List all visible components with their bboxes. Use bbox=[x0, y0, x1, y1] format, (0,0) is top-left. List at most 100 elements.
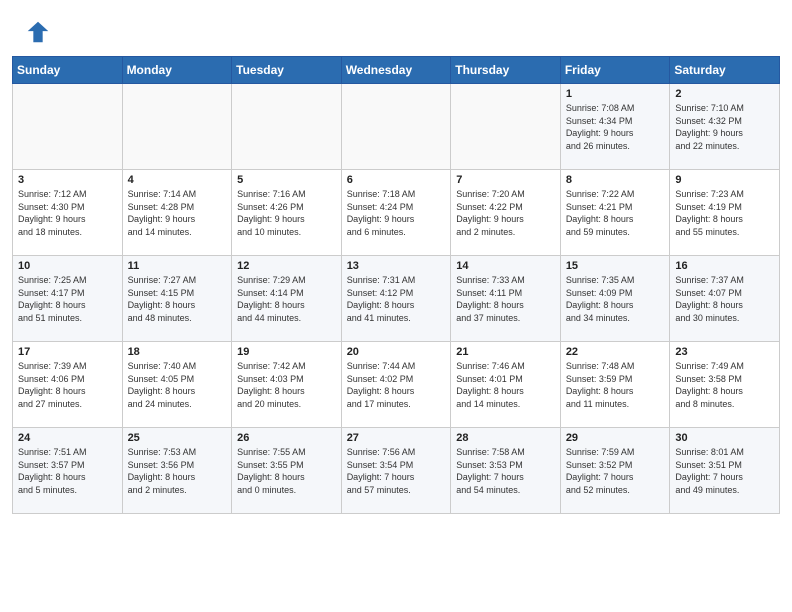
calendar-cell: 9 Sunrise: 7:23 AMSunset: 4:19 PMDaylight… bbox=[670, 170, 780, 256]
calendar-cell: 13 Sunrise: 7:31 AMSunset: 4:12 PMDayligh… bbox=[341, 256, 451, 342]
calendar-cell: 25 Sunrise: 7:53 AMSunset: 3:56 PMDayligh… bbox=[122, 428, 232, 514]
day-number: 7 bbox=[456, 174, 555, 186]
day-info: Sunrise: 7:29 AMSunset: 4:14 PMDaylight:… bbox=[237, 274, 336, 324]
week-row-0: 1 Sunrise: 7:08 AMSunset: 4:34 PMDaylight… bbox=[13, 84, 780, 170]
week-row-4: 24 Sunrise: 7:51 AMSunset: 3:57 PMDayligh… bbox=[13, 428, 780, 514]
calendar-cell: 4 Sunrise: 7:14 AMSunset: 4:28 PMDaylight… bbox=[122, 170, 232, 256]
day-number: 14 bbox=[456, 260, 555, 272]
weekday-header-tuesday: Tuesday bbox=[232, 57, 342, 84]
day-number: 21 bbox=[456, 346, 555, 358]
weekday-header-friday: Friday bbox=[560, 57, 670, 84]
calendar-cell: 27 Sunrise: 7:56 AMSunset: 3:54 PMDayligh… bbox=[341, 428, 451, 514]
day-number: 10 bbox=[18, 260, 117, 272]
day-number: 1 bbox=[566, 88, 665, 100]
day-info: Sunrise: 7:25 AMSunset: 4:17 PMDaylight:… bbox=[18, 274, 117, 324]
day-number: 11 bbox=[128, 260, 227, 272]
weekday-header-saturday: Saturday bbox=[670, 57, 780, 84]
day-number: 27 bbox=[347, 432, 446, 444]
calendar-cell: 20 Sunrise: 7:44 AMSunset: 4:02 PMDayligh… bbox=[341, 342, 451, 428]
calendar-cell: 6 Sunrise: 7:18 AMSunset: 4:24 PMDaylight… bbox=[341, 170, 451, 256]
calendar-cell: 22 Sunrise: 7:48 AMSunset: 3:59 PMDayligh… bbox=[560, 342, 670, 428]
calendar-cell: 2 Sunrise: 7:10 AMSunset: 4:32 PMDaylight… bbox=[670, 84, 780, 170]
day-number: 9 bbox=[675, 174, 774, 186]
calendar-cell: 30Sunrise: 8:01 AMSunset: 3:51 PMDayligh… bbox=[670, 428, 780, 514]
day-info: Sunrise: 7:42 AMSunset: 4:03 PMDaylight:… bbox=[237, 360, 336, 410]
calendar-cell: 3Sunrise: 7:12 AMSunset: 4:30 PMDaylight… bbox=[13, 170, 123, 256]
calendar-cell bbox=[13, 84, 123, 170]
calendar-cell bbox=[451, 84, 561, 170]
day-info: Sunrise: 7:58 AMSunset: 3:53 PMDaylight:… bbox=[456, 446, 555, 496]
calendar-cell: 14 Sunrise: 7:33 AMSunset: 4:11 PMDayligh… bbox=[451, 256, 561, 342]
weekday-header-thursday: Thursday bbox=[451, 57, 561, 84]
day-number: 2 bbox=[675, 88, 774, 100]
day-info: Sunrise: 7:37 AMSunset: 4:07 PMDaylight:… bbox=[675, 274, 774, 324]
day-info: Sunrise: 7:53 AMSunset: 3:56 PMDaylight:… bbox=[128, 446, 227, 496]
day-number: 16 bbox=[675, 260, 774, 272]
calendar-cell: 16 Sunrise: 7:37 AMSunset: 4:07 PMDayligh… bbox=[670, 256, 780, 342]
day-number: 4 bbox=[128, 174, 227, 186]
weekday-header-wednesday: Wednesday bbox=[341, 57, 451, 84]
day-info: Sunrise: 7:20 AMSunset: 4:22 PMDaylight:… bbox=[456, 188, 555, 238]
day-number: 24 bbox=[18, 432, 117, 444]
week-row-3: 17Sunrise: 7:39 AMSunset: 4:06 PMDayligh… bbox=[13, 342, 780, 428]
day-number: 20 bbox=[347, 346, 446, 358]
weekday-header-row: SundayMondayTuesdayWednesdayThursdayFrid… bbox=[13, 57, 780, 84]
calendar-cell: 10 Sunrise: 7:25 AMSunset: 4:17 PMDayligh… bbox=[13, 256, 123, 342]
calendar-cell bbox=[341, 84, 451, 170]
calendar-cell: 18Sunrise: 7:40 AMSunset: 4:05 PMDayligh… bbox=[122, 342, 232, 428]
page-header bbox=[0, 0, 792, 56]
calendar-cell: 1 Sunrise: 7:08 AMSunset: 4:34 PMDaylight… bbox=[560, 84, 670, 170]
calendar-cell: 26 Sunrise: 7:55 AMSunset: 3:55 PMDayligh… bbox=[232, 428, 342, 514]
logo-icon bbox=[24, 18, 52, 46]
day-info: Sunrise: 7:16 AMSunset: 4:26 PMDaylight:… bbox=[237, 188, 336, 238]
day-info: Sunrise: 7:59 AMSunset: 3:52 PMDaylight:… bbox=[566, 446, 665, 496]
day-info: Sunrise: 7:18 AMSunset: 4:24 PMDaylight:… bbox=[347, 188, 446, 238]
day-info: Sunrise: 7:46 AMSunset: 4:01 PMDaylight:… bbox=[456, 360, 555, 410]
day-number: 3 bbox=[18, 174, 117, 186]
day-info: Sunrise: 7:27 AMSunset: 4:15 PMDaylight:… bbox=[128, 274, 227, 324]
calendar-cell: 7 Sunrise: 7:20 AMSunset: 4:22 PMDaylight… bbox=[451, 170, 561, 256]
day-number: 13 bbox=[347, 260, 446, 272]
day-number: 18 bbox=[128, 346, 227, 358]
day-number: 23 bbox=[675, 346, 774, 358]
day-number: 26 bbox=[237, 432, 336, 444]
day-info: Sunrise: 7:48 AMSunset: 3:59 PMDaylight:… bbox=[566, 360, 665, 410]
day-info: Sunrise: 7:08 AMSunset: 4:34 PMDaylight:… bbox=[566, 102, 665, 152]
day-info: Sunrise: 7:14 AMSunset: 4:28 PMDaylight:… bbox=[128, 188, 227, 238]
day-info: Sunrise: 7:44 AMSunset: 4:02 PMDaylight:… bbox=[347, 360, 446, 410]
calendar-cell: 28 Sunrise: 7:58 AMSunset: 3:53 PMDayligh… bbox=[451, 428, 561, 514]
day-info: Sunrise: 7:22 AMSunset: 4:21 PMDaylight:… bbox=[566, 188, 665, 238]
day-number: 5 bbox=[237, 174, 336, 186]
day-info: Sunrise: 7:56 AMSunset: 3:54 PMDaylight:… bbox=[347, 446, 446, 496]
day-info: Sunrise: 7:10 AMSunset: 4:32 PMDaylight:… bbox=[675, 102, 774, 152]
calendar-cell: 24 Sunrise: 7:51 AMSunset: 3:57 PMDayligh… bbox=[13, 428, 123, 514]
calendar-cell: 8 Sunrise: 7:22 AMSunset: 4:21 PMDaylight… bbox=[560, 170, 670, 256]
calendar-cell bbox=[122, 84, 232, 170]
logo bbox=[24, 18, 56, 46]
week-row-1: 3Sunrise: 7:12 AMSunset: 4:30 PMDaylight… bbox=[13, 170, 780, 256]
calendar-cell: 29 Sunrise: 7:59 AMSunset: 3:52 PMDayligh… bbox=[560, 428, 670, 514]
day-info: Sunrise: 7:33 AMSunset: 4:11 PMDaylight:… bbox=[456, 274, 555, 324]
day-number: 15 bbox=[566, 260, 665, 272]
day-info: Sunrise: 7:55 AMSunset: 3:55 PMDaylight:… bbox=[237, 446, 336, 496]
day-number: 29 bbox=[566, 432, 665, 444]
weekday-header-sunday: Sunday bbox=[13, 57, 123, 84]
day-info: Sunrise: 7:23 AMSunset: 4:19 PMDaylight:… bbox=[675, 188, 774, 238]
day-number: 22 bbox=[566, 346, 665, 358]
calendar-cell bbox=[232, 84, 342, 170]
day-number: 25 bbox=[128, 432, 227, 444]
day-number: 28 bbox=[456, 432, 555, 444]
day-number: 19 bbox=[237, 346, 336, 358]
calendar-table: SundayMondayTuesdayWednesdayThursdayFrid… bbox=[12, 56, 780, 514]
day-number: 6 bbox=[347, 174, 446, 186]
calendar-cell: 12Sunrise: 7:29 AMSunset: 4:14 PMDayligh… bbox=[232, 256, 342, 342]
day-info: Sunrise: 7:51 AMSunset: 3:57 PMDaylight:… bbox=[18, 446, 117, 496]
day-info: Sunrise: 7:31 AMSunset: 4:12 PMDaylight:… bbox=[347, 274, 446, 324]
day-info: Sunrise: 7:39 AMSunset: 4:06 PMDaylight:… bbox=[18, 360, 117, 410]
calendar-wrapper: SundayMondayTuesdayWednesdayThursdayFrid… bbox=[0, 56, 792, 526]
calendar-cell: 19 Sunrise: 7:42 AMSunset: 4:03 PMDayligh… bbox=[232, 342, 342, 428]
day-info: Sunrise: 7:49 AMSunset: 3:58 PMDaylight:… bbox=[675, 360, 774, 410]
weekday-header-monday: Monday bbox=[122, 57, 232, 84]
calendar-cell: 17Sunrise: 7:39 AMSunset: 4:06 PMDayligh… bbox=[13, 342, 123, 428]
day-number: 8 bbox=[566, 174, 665, 186]
